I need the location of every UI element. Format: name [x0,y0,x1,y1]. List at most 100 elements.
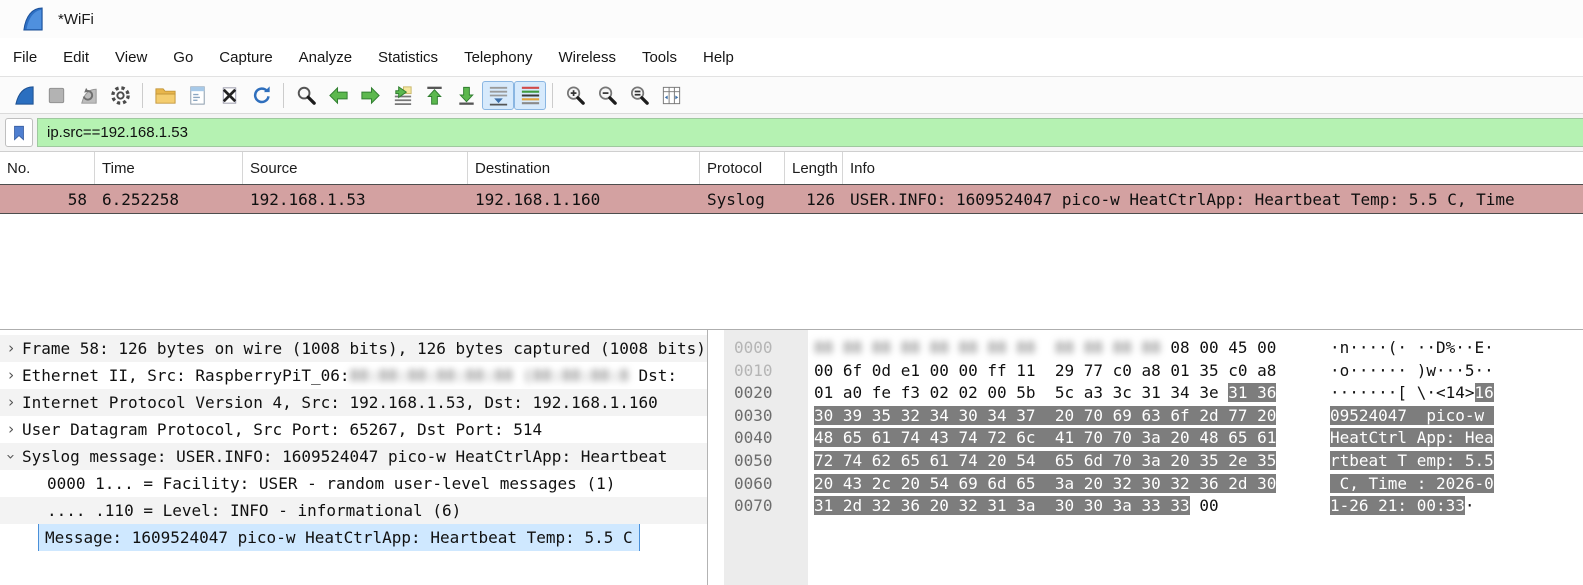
column-header-destination[interactable]: Destination [468,152,700,184]
menu-item-telephony[interactable]: Telephony [451,49,545,66]
details-text: Ethernet II, Src: RaspberryPiT_06: [22,366,350,385]
hex-bytes[interactable]: 48 65 61 74 43 74 72 6c 41 70 70 3a 20 4… [814,427,1277,450]
display-filter-input[interactable] [37,118,1583,147]
menu-item-statistics[interactable]: Statistics [365,49,451,66]
menu-item-edit[interactable]: Edit [50,49,102,66]
hex-row[interactable]: 0060 20 43 2c 20 54 69 6d 65 3a 20 32 30 … [708,473,1583,496]
hex-ascii[interactable]: 1-26 21: 00:33· [1330,495,1475,518]
hex-offset: 0060 [734,473,773,493]
close-file-icon [222,86,236,104]
hex-bytes[interactable]: 30 39 35 32 34 30 34 37 20 70 69 63 6f 2… [814,405,1277,428]
colorize-icon [521,86,539,104]
hex-row[interactable]: 0040 48 65 61 74 43 74 72 6c 41 70 70 3a … [708,427,1583,450]
packet-row[interactable]: 58 6.252258 192.168.1.53 192.168.1.160 Syslo… [0,184,1583,214]
cell-protocol: Syslog [707,189,765,209]
column-header-source[interactable]: Source [243,152,468,184]
hex-row[interactable]: 0000 88 88 88 88 88 88 88 88 88 88 88 88 … [708,337,1583,360]
go-forward-button[interactable] [354,81,386,110]
stop-capture-button[interactable] [40,81,72,110]
hex-bytes[interactable]: 72 74 62 65 61 74 20 54 65 6d 70 3a 20 3… [814,450,1277,473]
details-row[interactable]: › Syslog message: USER.INFO: 1609524047 p… [0,443,707,470]
hex-bytes[interactable]: 31 2d 32 36 20 32 31 3a 30 30 3a 33 33 0… [814,495,1219,518]
close-file-button[interactable] [213,81,245,110]
details-row[interactable]: .... .110 = Level: INFO - informational … [0,497,707,524]
toolbar-separator [552,82,553,108]
find-packet-button[interactable] [290,81,322,110]
hex-ascii[interactable]: 09524047 pico-w [1330,405,1494,428]
details-text: Internet Protocol Version 4, Src: 192.16… [22,393,658,412]
go-last-packet-button[interactable] [450,81,482,110]
open-file-button[interactable] [149,81,181,110]
colorize-button[interactable] [514,80,546,110]
hex-ascii[interactable]: ·······[ \·<14>16 [1330,382,1494,405]
menu-item-analyze[interactable]: Analyze [286,49,365,66]
menu-item-capture[interactable]: Capture [206,49,285,66]
hex-row[interactable]: 0030 30 39 35 32 34 30 34 37 20 70 69 63 … [708,405,1583,428]
hex-offset: 0000 [734,338,773,357]
restart-capture-button[interactable] [72,81,104,110]
column-header-info[interactable]: Info [843,152,1583,184]
start-capture-button[interactable] [8,81,40,110]
zoom-original-button[interactable] [623,81,655,110]
go-back-button[interactable] [322,81,354,110]
details-row[interactable]: › Ethernet II, Src: RaspberryPiT_06: 88:88… [0,362,707,389]
resize-columns-button[interactable] [655,81,687,110]
hex-row[interactable]: 0010 00 6f 0d e1 00 00 ff 11 29 77 c0 a8 … [708,360,1583,383]
hex-bytes[interactable]: 20 43 2c 20 54 69 6d 65 3a 20 32 30 32 3… [814,473,1277,496]
menu-item-file[interactable]: File [0,49,50,66]
hex-bytes[interactable]: 88 88 88 88 88 88 88 88 88 88 88 88 08 0… [814,337,1276,360]
chevron-right-icon[interactable]: › [0,335,22,362]
hex-offset: 0030 [734,405,773,425]
auto-scroll-button[interactable] [482,80,514,110]
menu-item-help[interactable]: Help [690,49,747,66]
capture-options-button[interactable] [104,81,136,110]
blurred-hex-bytes: 88 88 88 88 88 88 88 88 88 88 88 88 [814,338,1161,357]
column-header-length[interactable]: Length [785,152,843,184]
hex-ascii[interactable]: C, Time : 2026-0 [1330,473,1494,496]
hex-row[interactable]: 0070 31 2d 32 36 20 32 31 3a 30 30 3a 33 … [708,495,1583,518]
chevron-right-icon[interactable]: › [0,389,22,416]
selected-field-row[interactable]: Message: 1609524047 pico-w HeatCtrlApp: … [38,524,640,551]
hex-byte-segment: 00 6f 0d e1 00 00 ff 11 29 77 c0 a8 01 3… [814,360,1277,380]
details-row[interactable]: › Frame 58: 126 bytes on wire (1008 bits)… [0,335,707,362]
go-first-packet-button[interactable] [418,81,450,110]
details-row[interactable]: Message: 1609524047 pico-w HeatCtrlApp: … [0,524,707,551]
hex-offset: 0020 [734,383,773,403]
chevron-right-icon[interactable]: › [0,362,22,389]
hex-ascii[interactable]: ·o······ )w···5·· [1330,360,1494,383]
hex-byte-segment: 01 a0 fe f3 02 02 00 5b 5c a3 3c 31 34 3… [814,383,1229,403]
menu-item-wireless[interactable]: Wireless [545,49,629,66]
details-row[interactable]: › User Datagram Protocol, Src Port: 65267… [0,416,707,443]
filter-bookmark-button[interactable] [5,118,33,147]
reload-file-button[interactable] [245,81,277,110]
cell-info: USER.INFO: 1609524047 pico-w HeatCtrlApp… [850,189,1515,209]
save-file-button[interactable] [181,81,213,110]
chevron-down-icon[interactable]: › [0,443,22,470]
go-first-packet-icon [426,86,442,105]
details-row[interactable]: › Internet Protocol Version 4, Src: 192.1… [0,389,707,416]
zoom-out-button[interactable] [591,81,623,110]
details-row[interactable]: 0000 1... = Facility: USER - random user… [0,470,707,497]
hex-ascii[interactable]: ·n····(· ··D%··E· [1330,337,1494,360]
zoom-in-button[interactable] [559,81,591,110]
chevron-right-icon[interactable]: › [0,416,22,443]
lower-panes: › Frame 58: 126 bytes on wire (1008 bits)… [0,329,1583,585]
hex-row[interactable]: 0020 01 a0 fe f3 02 02 00 5b 5c a3 3c 31 … [708,382,1583,405]
column-header-protocol[interactable]: Protocol [700,152,785,184]
hex-row[interactable]: 0050 72 74 62 65 61 74 20 54 65 6d 70 3a … [708,450,1583,473]
ascii-segment: ·n····(· ··D%··E· [1330,338,1494,357]
menu-item-go[interactable]: Go [160,49,206,66]
hex-ascii[interactable]: rtbeat T emp: 5.5 [1330,450,1494,473]
column-header-no[interactable]: No. [0,152,95,184]
filter-bar [0,114,1583,152]
cell-no: 58 [67,189,87,209]
hex-bytes[interactable]: 01 a0 fe f3 02 02 00 5b 5c a3 3c 31 34 3… [814,382,1277,405]
menu-item-view[interactable]: View [102,49,160,66]
menu-bar: File Edit View Go Capture Analyze Statistics Te… [0,38,1583,77]
menu-item-tools[interactable]: Tools [629,49,690,66]
hex-bytes[interactable]: 00 6f 0d e1 00 00 ff 11 29 77 c0 a8 01 3… [814,360,1276,383]
column-header-time[interactable]: Time [95,152,243,184]
hex-ascii[interactable]: HeatCtrl App: Hea [1330,427,1494,450]
go-to-packet-button[interactable] [386,81,418,110]
window-title: *WiFi [58,10,94,28]
